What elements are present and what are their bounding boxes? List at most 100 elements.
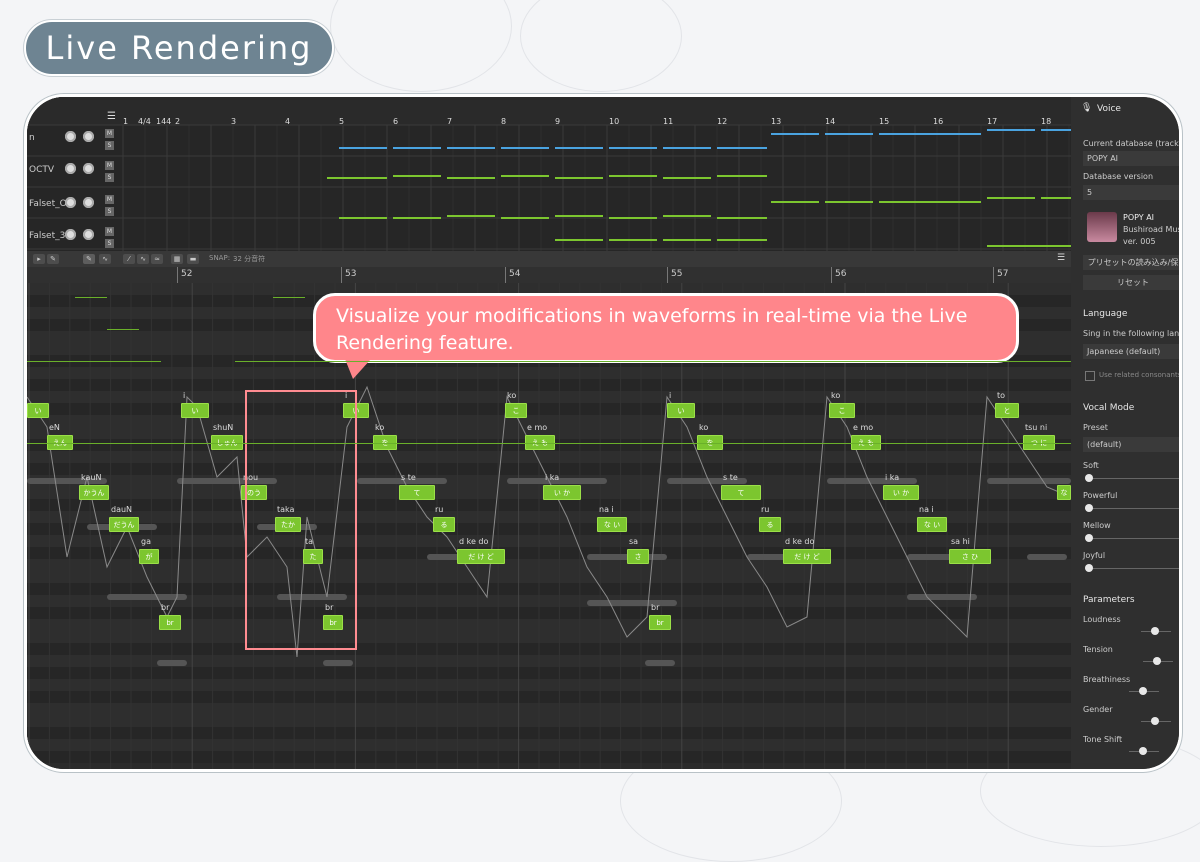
volume-knob-icon[interactable]	[65, 163, 76, 174]
overview-note-segment	[447, 215, 495, 217]
piano-key-row	[27, 727, 1071, 739]
track-name: n	[29, 133, 35, 143]
grid-tool-icon[interactable]: ▦	[171, 254, 183, 264]
note-block[interactable]: が	[139, 549, 159, 564]
note-block[interactable]: て	[721, 485, 761, 500]
overview-note-segment	[663, 147, 711, 149]
vibrato-tool-icon[interactable]: ≈	[151, 254, 163, 264]
overview-note-segment	[555, 239, 603, 241]
note-block[interactable]: br	[649, 615, 671, 630]
bar-number: 16	[933, 117, 944, 126]
measure-tick	[505, 267, 506, 283]
mute-button[interactable]: M	[105, 227, 114, 236]
reference-line	[273, 297, 305, 298]
pan-knob-icon[interactable]	[83, 131, 94, 142]
parameter-slider[interactable]	[1151, 717, 1159, 725]
measure-number: 55	[671, 269, 683, 279]
vocal-mode-slider[interactable]	[1085, 534, 1093, 542]
waveform-segment	[645, 660, 675, 666]
overview-note-segment	[339, 217, 387, 219]
vocal-mode-label: Powerful	[1083, 491, 1118, 500]
note-block[interactable]: だうん	[109, 517, 139, 532]
solo-button[interactable]: S	[105, 207, 114, 216]
piano-key-row	[27, 499, 1071, 511]
note-block[interactable]: い	[27, 403, 49, 418]
overview-note-segment	[771, 201, 819, 203]
note-block[interactable]: さ ひ	[949, 549, 991, 564]
overview-note-segment	[501, 217, 549, 219]
phoneme-label: na i	[919, 505, 934, 514]
overview-note-segment	[447, 177, 495, 179]
note-block[interactable]: だ け ど	[457, 549, 505, 564]
curve-tool-icon[interactable]: ∿	[99, 254, 111, 264]
parameter-slider[interactable]	[1151, 627, 1159, 635]
note-block[interactable]: かうん	[79, 485, 109, 500]
background-swirl	[520, 0, 682, 92]
waveform-segment	[907, 594, 977, 600]
mute-button[interactable]: M	[105, 129, 114, 138]
bar-number: 5	[339, 117, 345, 126]
note-block[interactable]: な	[1057, 485, 1071, 500]
current-db-select[interactable]: POPY AI	[1083, 151, 1179, 166]
pan-knob-icon[interactable]	[83, 163, 94, 174]
note-block[interactable]: る	[433, 517, 455, 532]
solo-button[interactable]: S	[105, 239, 114, 248]
vocal-mode-track	[1085, 478, 1179, 479]
pan-knob-icon[interactable]	[83, 197, 94, 208]
wave-tool-icon[interactable]: ∿	[137, 254, 149, 264]
related-consonants-checkbox[interactable]	[1085, 371, 1095, 381]
vocal-mode-label: Mellow	[1083, 521, 1111, 530]
bar-number: 1	[123, 117, 129, 126]
parameter-slider[interactable]	[1139, 687, 1147, 695]
pan-knob-icon[interactable]	[83, 229, 94, 240]
phoneme-label: br	[651, 603, 660, 612]
vocal-mode-slider[interactable]	[1085, 564, 1093, 572]
select-tool-icon[interactable]: ▸	[33, 254, 45, 264]
preset-load-button[interactable]: プリセットの読み込み/保	[1083, 255, 1179, 270]
note-block[interactable]: こ	[829, 403, 855, 418]
note-block[interactable]: い	[181, 403, 209, 418]
pencil-tool-icon[interactable]: ✎	[47, 254, 59, 264]
note-block[interactable]: な い	[597, 517, 627, 532]
volume-knob-icon[interactable]	[65, 229, 76, 240]
mute-button[interactable]: M	[105, 161, 114, 170]
vocal-mode-slider[interactable]	[1085, 504, 1093, 512]
editor-menu-icon[interactable]: ☰	[1057, 253, 1065, 263]
reset-button[interactable]: リセット	[1083, 275, 1179, 290]
volume-knob-icon[interactable]	[65, 197, 76, 208]
solo-button[interactable]: S	[105, 173, 114, 182]
volume-knob-icon[interactable]	[65, 131, 76, 142]
note-block[interactable]: て	[399, 485, 435, 500]
draw-tool-icon[interactable]: ✎	[83, 254, 95, 264]
bar-number: 14	[825, 117, 836, 126]
track-header: n MS	[27, 127, 123, 157]
line-tool-icon[interactable]: ⁄	[123, 254, 135, 264]
language-select[interactable]: Japanese (default)	[1083, 344, 1179, 359]
waveform-segment	[987, 478, 1071, 484]
db-version-select[interactable]: 5	[1083, 185, 1179, 200]
note-block[interactable]: る	[759, 517, 781, 532]
note-block[interactable]: だ け ど	[783, 549, 831, 564]
overview-note-segment	[327, 177, 387, 179]
parameter-slider[interactable]	[1153, 657, 1161, 665]
note-block[interactable]: な い	[917, 517, 947, 532]
vocal-mode-slider[interactable]	[1085, 474, 1093, 482]
note-block[interactable]: い	[667, 403, 695, 418]
note-block[interactable]: い か	[543, 485, 581, 500]
preset-select[interactable]: (default)	[1083, 437, 1179, 452]
parameter-slider[interactable]	[1139, 747, 1147, 755]
piano-key-row	[27, 679, 1071, 691]
phoneme-label: e mo	[527, 423, 548, 432]
snap-value[interactable]: 32 分音符	[233, 254, 265, 264]
note-block[interactable]: こ	[505, 403, 527, 418]
note-block[interactable]: と	[995, 403, 1019, 418]
solo-button[interactable]: S	[105, 141, 114, 150]
overview-menu-icon[interactable]: ☰	[107, 111, 116, 122]
note-block[interactable]: さ	[627, 549, 649, 564]
note-block[interactable]: い か	[883, 485, 919, 500]
reference-line	[107, 329, 139, 330]
note-block[interactable]: br	[159, 615, 181, 630]
mute-button[interactable]: M	[105, 195, 114, 204]
overview-note-segment	[717, 147, 767, 149]
waveform-tool-icon[interactable]: ▬	[187, 254, 199, 264]
